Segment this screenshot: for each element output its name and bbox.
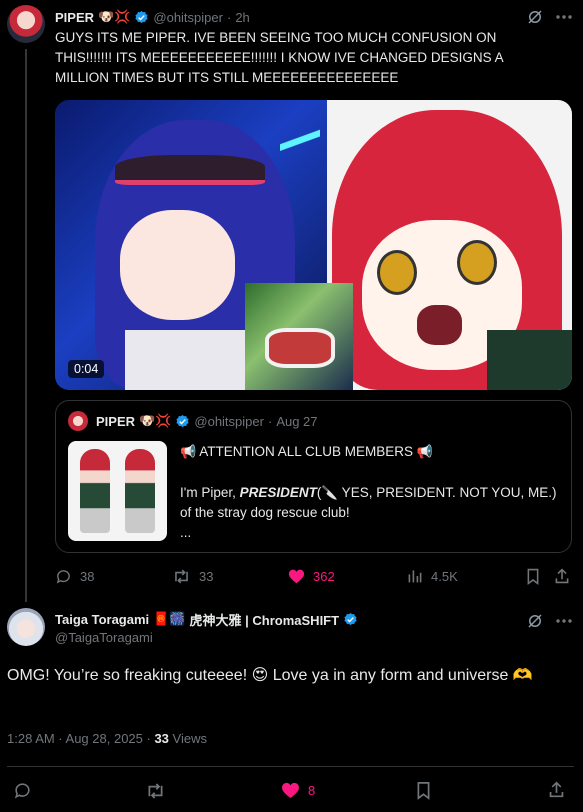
tweet-header: PIPER 🐶💢 @ohitspiper · 2h xyxy=(55,8,250,26)
separator-dot: · xyxy=(226,9,232,25)
quote-verified-badge-icon xyxy=(175,414,190,429)
jacket xyxy=(487,330,572,390)
character-cap xyxy=(115,155,265,185)
lightning-decor xyxy=(280,110,320,180)
quote-line-1-text: ATTENTION ALL CLUB MEMBERS xyxy=(199,444,413,459)
quote-handle: @ohitspiper xyxy=(194,413,264,429)
mouth xyxy=(417,305,462,345)
reply-grok-icon[interactable] xyxy=(526,612,544,630)
tweet-reply: Taiga Toragami 🧧🎆 虎神大雅 | ChromaSHIFT @Ta… xyxy=(0,600,583,812)
grok-icon[interactable] xyxy=(526,8,544,26)
timestamp[interactable]: 2h xyxy=(235,10,249,25)
reply-bookmark-icon[interactable] xyxy=(415,781,432,800)
quote-text: 📢 ATTENTION ALL CLUB MEMBERS 📢 I'm Piper… xyxy=(180,442,560,543)
views-count: 4.5K xyxy=(431,568,458,584)
video-duration: 0:04 xyxy=(68,360,105,378)
bookmark-icon[interactable] xyxy=(525,568,541,585)
reply-verified-badge-icon xyxy=(343,612,358,627)
handle[interactable]: @ohitspiper xyxy=(153,10,223,25)
thread-line xyxy=(25,49,27,602)
repost-icon xyxy=(172,568,191,585)
reply-header: Taiga Toragami 🧧🎆 虎神大雅 | ChromaSHIFT xyxy=(55,610,358,628)
quote-line-2-pre: I'm Piper, xyxy=(180,485,240,500)
reply-name-suffix[interactable]: 虎神大雅 | ChromaSHIFT xyxy=(190,610,340,629)
reply-text: OMG! You’re so freaking cuteeee! 😍 Love … xyxy=(7,667,533,684)
quote-tweet[interactable]: PIPER 🐶💢 @ohitspiper · Aug 27 📢 ATTENTIO… xyxy=(55,400,572,553)
quote-avatar xyxy=(68,411,88,431)
reply-display-name[interactable]: Taiga Toragami xyxy=(55,612,149,627)
quote-display-name: PIPER xyxy=(96,413,136,429)
quote-line-2: I'm Piper, PRESIDENT(🔪 YES, PRESIDENT. N… xyxy=(180,483,560,523)
reply-divider xyxy=(7,766,574,767)
megaphone-icon-right: 📢 xyxy=(416,445,433,460)
avatar-piper[interactable] xyxy=(7,5,45,43)
quote-line-2-bold: PRESIDENT xyxy=(239,485,317,500)
share-icon[interactable] xyxy=(554,567,570,585)
repost-action[interactable]: 33 xyxy=(172,568,213,585)
like-count: 362 xyxy=(313,568,335,584)
eye-left xyxy=(377,250,417,295)
like-action[interactable]: 362 xyxy=(288,568,335,584)
avatar-taiga[interactable] xyxy=(7,608,45,646)
reply-share-icon[interactable] xyxy=(548,780,565,799)
analytics-icon xyxy=(407,568,423,584)
heart-filled-icon xyxy=(288,568,305,584)
reply-meta: 1:28 AM · Aug 28, 2025 · 33 Views xyxy=(7,731,207,746)
display-name[interactable]: PIPER xyxy=(55,10,94,25)
reply-icon xyxy=(55,568,72,585)
quote-separator: · xyxy=(267,413,273,429)
quote-header: PIPER 🐶💢 @ohitspiper · Aug 27 xyxy=(96,412,318,430)
megaphone-icon: 📢 xyxy=(180,445,197,460)
quote-name-emojis: 🐶💢 xyxy=(139,413,172,429)
tweet-main: PIPER 🐶💢 @ohitspiper · 2h GUYS ITS ME PI… xyxy=(0,0,583,602)
reply-views-label: Views xyxy=(172,731,207,746)
views-action[interactable]: 4.5K xyxy=(407,568,458,584)
tweet-video[interactable]: 0:04 xyxy=(55,100,572,390)
reply-more-options-icon[interactable] xyxy=(554,614,574,628)
character-face xyxy=(120,210,235,320)
reply-count: 38 xyxy=(80,569,95,584)
tweet-text: GUYS ITS ME PIPER. IVE BEEN SEEING TOO M… xyxy=(55,30,503,85)
reply-reply-icon[interactable] xyxy=(13,781,32,800)
video-right-panel xyxy=(327,100,572,390)
quote-line-1: 📢 ATTENTION ALL CLUB MEMBERS 📢 xyxy=(180,442,560,463)
quote-time: Aug 27 xyxy=(276,413,318,429)
reply-heart-filled-icon xyxy=(281,781,300,799)
name-emojis: 🐶💢 xyxy=(98,9,131,25)
video-inset-frame xyxy=(245,283,353,390)
verified-badge-icon xyxy=(134,10,149,25)
reply-action[interactable]: 38 xyxy=(55,568,94,585)
eye-right xyxy=(457,240,497,285)
reply-repost-icon[interactable] xyxy=(145,782,166,800)
more-options-icon[interactable] xyxy=(554,10,574,24)
repost-count: 33 xyxy=(199,569,214,584)
quote-line-3: ... xyxy=(180,525,192,540)
reply-name-emojis: 🧧🎆 xyxy=(153,611,186,627)
reply-timestamp[interactable]: 1:28 AM · Aug 28, 2025 · xyxy=(7,731,154,746)
character-shirt xyxy=(125,330,255,390)
reply-views-count: 33 xyxy=(154,731,169,746)
reply-like-count: 8 xyxy=(308,782,316,798)
quote-thumbnail xyxy=(68,441,167,541)
reply-like-action[interactable]: 8 xyxy=(281,781,315,799)
reply-handle[interactable]: @TaigaToragami xyxy=(55,630,153,645)
